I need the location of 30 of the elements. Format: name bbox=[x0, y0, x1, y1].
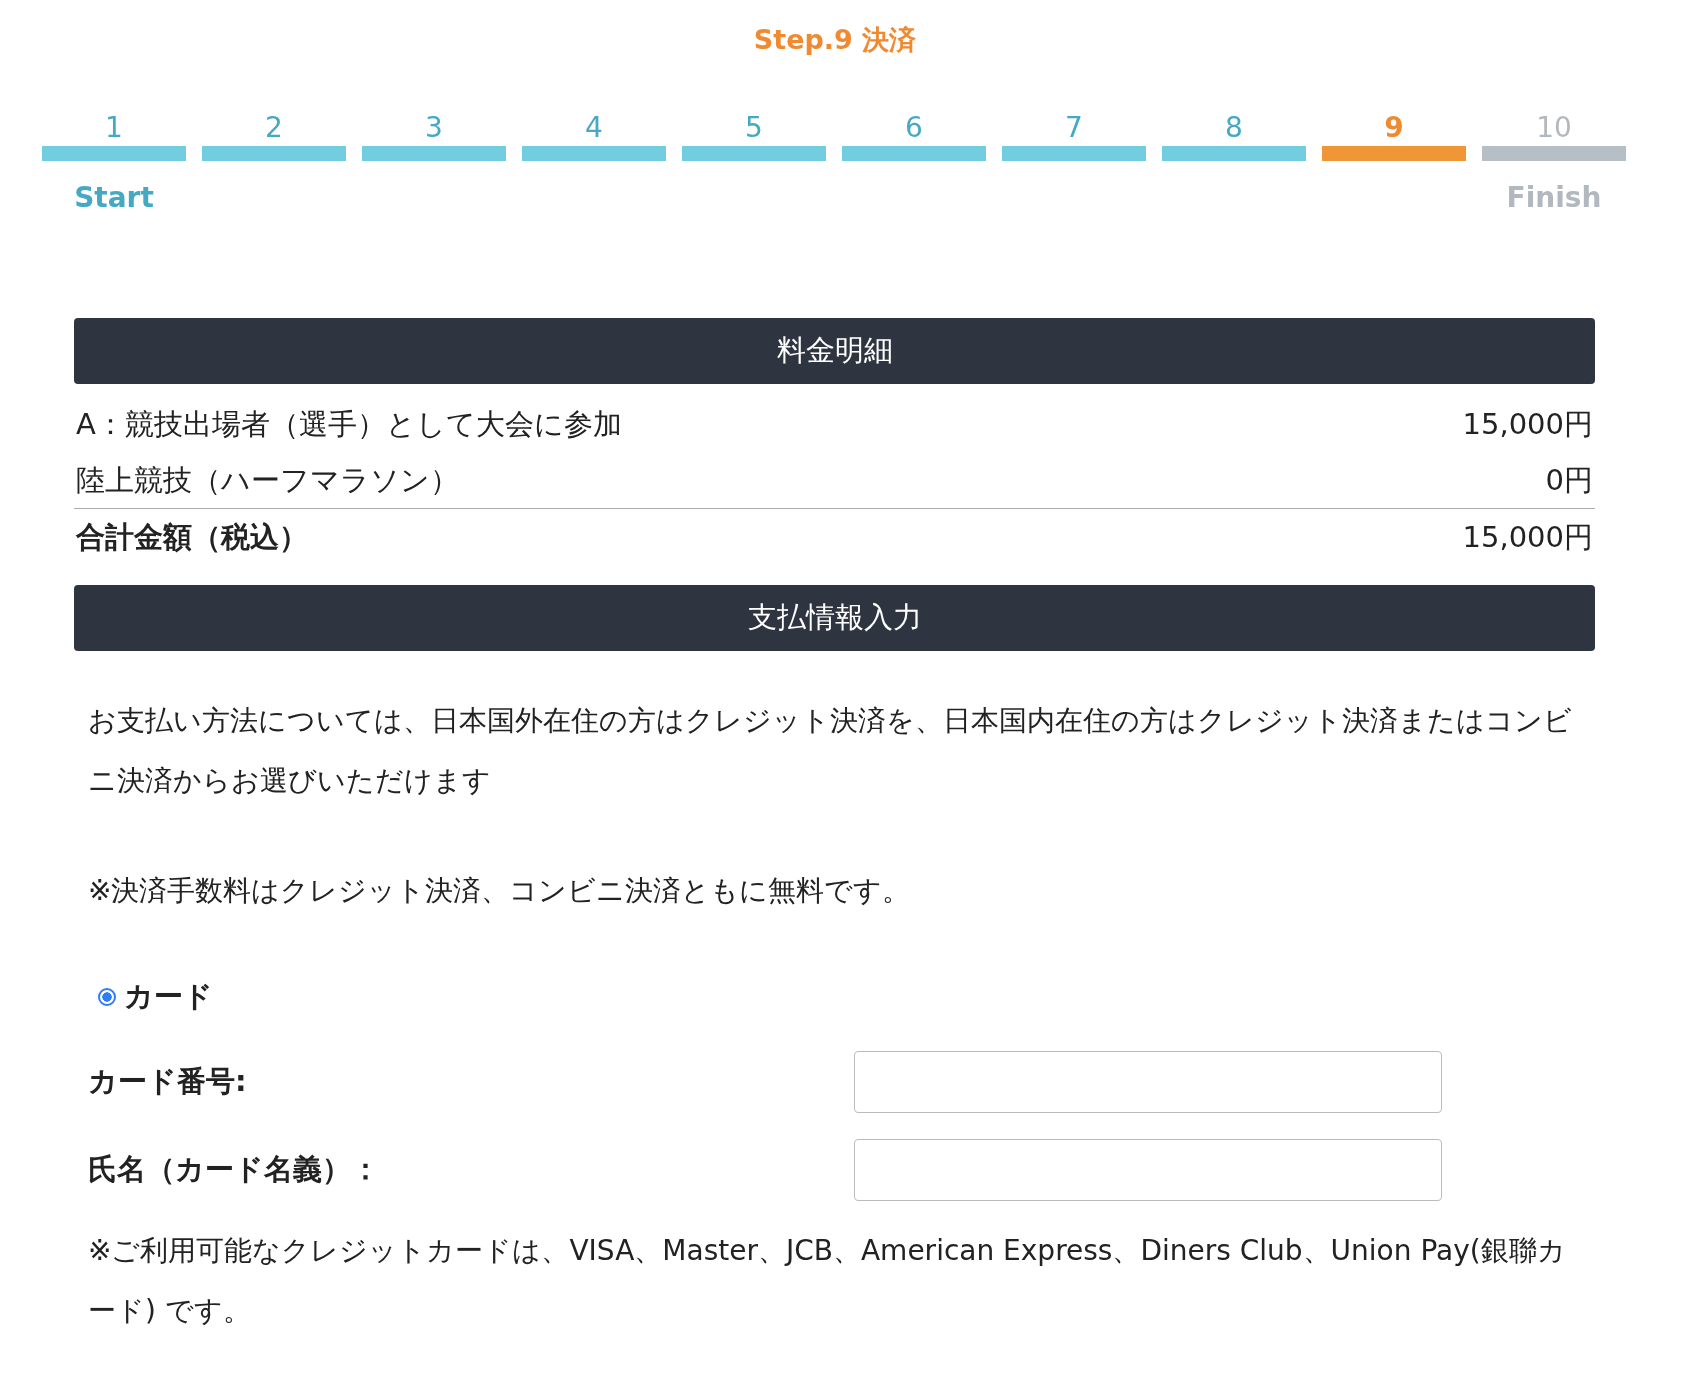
step-number: 9 bbox=[1384, 110, 1404, 146]
step-number: 5 bbox=[745, 110, 763, 146]
step-caption: Start bbox=[74, 181, 154, 214]
step-number: 2 bbox=[265, 110, 283, 146]
section-header: 支払情報入力 bbox=[74, 585, 1595, 651]
step-title: Step.9 決済 bbox=[752, 23, 918, 57]
step-number: 1 bbox=[105, 110, 123, 146]
card-note: ※ご利用可能なクレジットカードは、VISA、Master、JCB、American Express、Diners Club、Union Pay(銀聯カード) です。 bbox=[88, 1233, 1567, 1329]
step-number: 6 bbox=[905, 110, 923, 146]
info-text: お支払い方法については、日本国外在住の方はクレジット決済を、日本国内在住の方はクレジット決済またはコンビニ決済からお選びいただけます bbox=[88, 703, 1573, 799]
step-number: 3 bbox=[425, 110, 443, 146]
step-number: 8 bbox=[1225, 110, 1243, 146]
step-number: 7 bbox=[1065, 110, 1083, 146]
field-label: カード番号: bbox=[88, 1063, 248, 1100]
fee-label: A：競技出場者（選手）として大会に参加 bbox=[76, 406, 622, 443]
fee-amount: 15,000円 bbox=[1462, 406, 1593, 443]
step-number: 10 bbox=[1536, 110, 1572, 146]
total-label: 合計金額（税込） bbox=[76, 519, 308, 556]
input-field[interactable] bbox=[854, 1139, 1442, 1201]
info-text: ※決済手数料はクレジット決済、コンビニ決済ともに無料です。 bbox=[88, 873, 912, 909]
step-number: 4 bbox=[585, 110, 603, 146]
field-label: 氏名（カード名義）： bbox=[88, 1151, 381, 1188]
method-label: カード bbox=[124, 978, 213, 1015]
section-header: 料金明細 bbox=[74, 318, 1595, 384]
radio-button[interactable] bbox=[98, 988, 116, 1006]
input-field[interactable] bbox=[854, 1051, 1442, 1113]
fee-amount: 0円 bbox=[1545, 462, 1593, 499]
step-caption: Finish bbox=[1506, 181, 1602, 214]
total-amount: 15,000円 bbox=[1462, 519, 1593, 556]
fee-label: 陸上競技（ハーフマラソン） bbox=[76, 462, 459, 499]
